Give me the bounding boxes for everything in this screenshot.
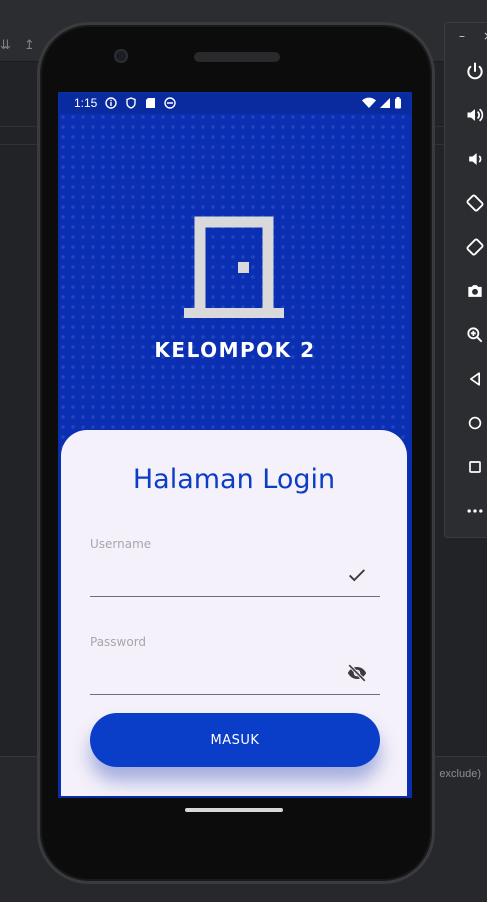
shield-icon xyxy=(126,97,137,109)
wifi-icon xyxy=(362,97,376,108)
sd-card-icon xyxy=(146,98,156,108)
close-icon[interactable]: × xyxy=(483,29,487,43)
home-circle-icon xyxy=(468,416,482,430)
gesture-nav-bar[interactable] xyxy=(185,808,283,812)
emulator-toolbar: – × xyxy=(444,22,487,538)
overview-button[interactable] xyxy=(453,445,487,489)
check-icon xyxy=(349,569,365,582)
more-icon xyxy=(467,509,483,513)
volume-down-button[interactable] xyxy=(453,137,487,181)
username-input[interactable] xyxy=(90,560,380,586)
earpiece-speaker xyxy=(194,52,280,62)
status-time: 1:15 xyxy=(74,96,98,110)
rotate-left-button[interactable] xyxy=(453,181,487,225)
brand-name: KELOMPOK 2 xyxy=(154,338,316,362)
app-status-icon xyxy=(164,97,177,109)
more-button[interactable] xyxy=(453,489,487,533)
username-label: Username xyxy=(90,537,152,551)
rotate-left-icon xyxy=(466,194,484,212)
eye-off-icon[interactable] xyxy=(346,662,368,684)
rotate-right-button[interactable] xyxy=(453,225,487,269)
camera-icon xyxy=(468,285,482,297)
password-input[interactable] xyxy=(90,658,380,684)
door-icon xyxy=(184,216,284,318)
login-button[interactable]: MASUK xyxy=(90,713,380,767)
back-triangle-icon xyxy=(470,372,480,386)
battery-icon xyxy=(395,97,401,109)
rotate-right-icon xyxy=(466,238,484,256)
ide-up-arrow-icon[interactable]: ↥ xyxy=(24,38,35,53)
zoom-in-icon xyxy=(467,327,483,343)
zoom-button[interactable] xyxy=(453,313,487,357)
login-card: Halaman Login Username Password MASUK xyxy=(61,430,407,798)
overview-square-icon xyxy=(469,461,481,473)
home-button[interactable] xyxy=(453,401,487,445)
screenshot-button[interactable] xyxy=(453,269,487,313)
minimize-icon[interactable]: – xyxy=(459,29,465,43)
app-screen: 1:15 KELOMPOK 2 Halaman Login Username P… xyxy=(58,92,412,798)
power-button[interactable] xyxy=(453,49,487,93)
status-bar: 1:15 xyxy=(58,92,412,114)
login-title: Halaman Login xyxy=(132,464,336,495)
ide-exclude-text: exclude) xyxy=(439,768,481,780)
back-button[interactable] xyxy=(453,357,487,401)
volume-up-button[interactable] xyxy=(453,93,487,137)
volume-down-icon xyxy=(469,153,482,165)
password-label: Password xyxy=(90,635,147,649)
emulator-toolbar-header: – × xyxy=(445,23,487,49)
power-icon xyxy=(467,62,483,80)
volume-up-icon xyxy=(467,108,484,122)
front-camera xyxy=(114,49,128,63)
ide-down-arrow-icon[interactable]: ⇊ xyxy=(0,38,11,53)
signal-icon xyxy=(380,98,390,108)
info-icon xyxy=(105,97,118,109)
password-underline xyxy=(90,694,380,695)
username-underline xyxy=(90,596,380,597)
